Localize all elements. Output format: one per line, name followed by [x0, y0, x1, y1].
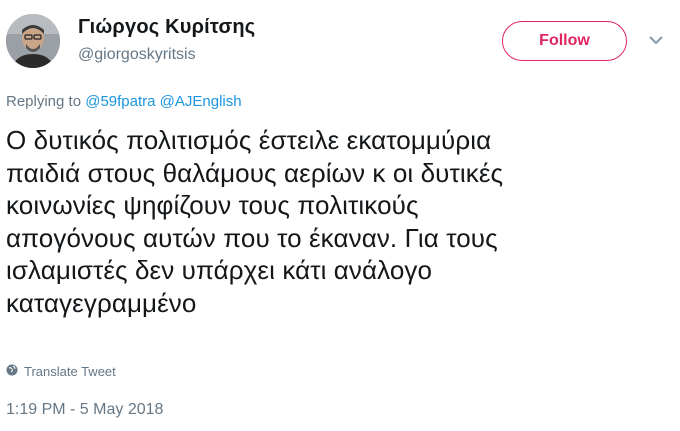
display-name[interactable]: Γιώργος Κυρίτσης	[78, 16, 255, 39]
timestamp[interactable]: 1:19 PM - 5 May 2018	[6, 401, 163, 419]
user-handle[interactable]: @giorgoskyritsis	[78, 46, 196, 64]
replying-to: Replying to @59fpatra @AJEnglish	[6, 93, 242, 110]
tweet-card: Γιώργος Κυρίτσης @giorgoskyritsis Follow…	[0, 0, 680, 431]
avatar[interactable]	[6, 14, 60, 68]
tweet-text: Ο δυτικός πολιτισμός έστειλε εκατομμύρια…	[6, 125, 504, 318]
follow-button[interactable]: Follow	[502, 21, 627, 61]
translate-tweet-link[interactable]: Translate Tweet	[6, 364, 116, 379]
mention-link[interactable]: @AJEnglish	[160, 93, 242, 110]
replying-to-label: Replying to	[6, 93, 82, 110]
globe-icon	[6, 364, 18, 379]
mention-link[interactable]: @59fpatra	[85, 93, 155, 110]
translate-label: Translate Tweet	[24, 364, 116, 379]
chevron-down-icon[interactable]	[646, 30, 666, 50]
